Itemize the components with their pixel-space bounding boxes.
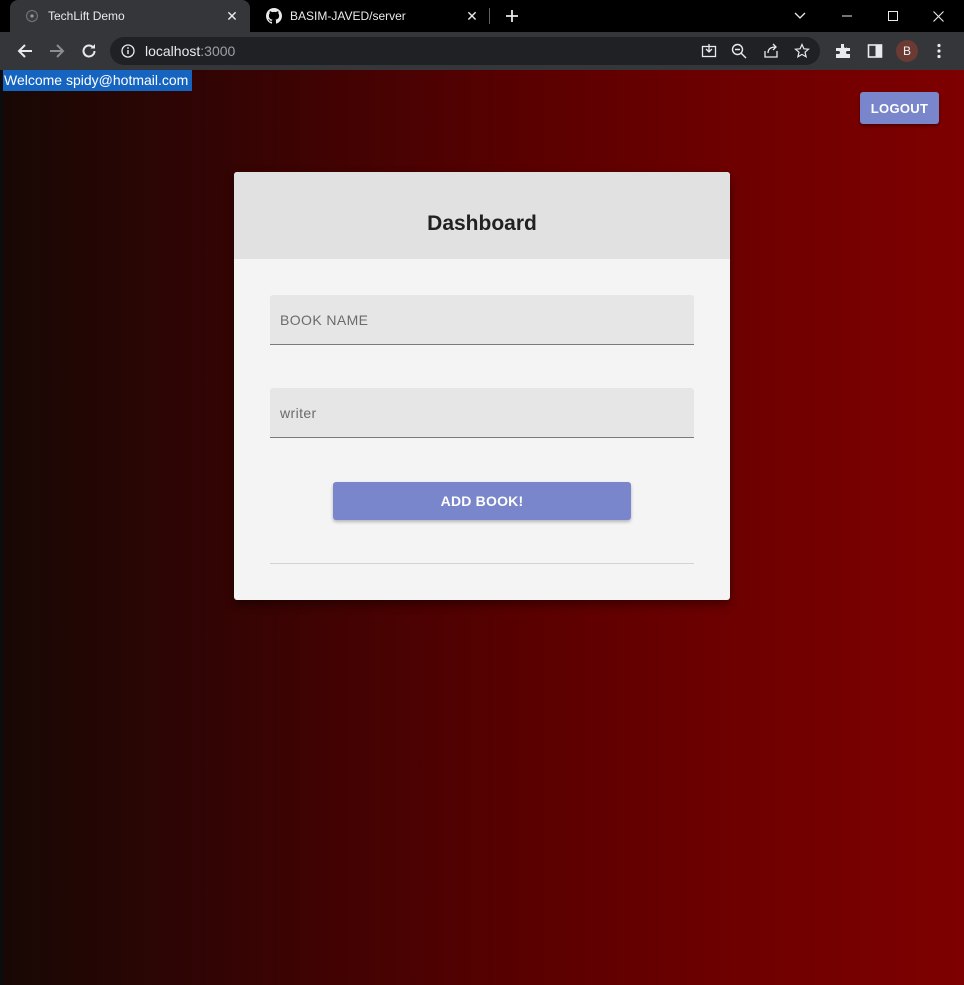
profile-avatar[interactable]: B <box>896 40 918 62</box>
address-bar[interactable]: localhost:3000 <box>110 37 820 65</box>
dashboard-card: Dashboard ADD BOOK! <box>234 172 730 600</box>
close-window-icon[interactable] <box>915 0 961 32</box>
book-name-field[interactable] <box>270 295 694 345</box>
side-panel-icon[interactable] <box>861 37 889 65</box>
close-tab-icon[interactable]: ✕ <box>464 8 480 24</box>
bookmark-star-icon[interactable] <box>788 37 816 65</box>
new-tab-button[interactable] <box>500 4 524 28</box>
writer-field[interactable] <box>270 388 694 438</box>
dashboard-title: Dashboard <box>427 212 537 235</box>
url-port: :3000 <box>200 43 236 59</box>
reload-icon[interactable] <box>75 37 103 65</box>
close-tab-icon[interactable]: ✕ <box>224 8 240 24</box>
welcome-message: Welcome spidy@hotmail.com <box>3 70 193 91</box>
github-icon <box>266 8 282 24</box>
share-icon[interactable] <box>757 37 785 65</box>
writer-input[interactable] <box>270 388 694 437</box>
browser-toolbar: localhost:3000 B <box>0 32 964 70</box>
url-host: localhost <box>145 43 201 59</box>
tab-title: BASIM-JAVED/server <box>290 9 406 23</box>
card-header: Dashboard <box>234 172 730 259</box>
tab-techlift-demo[interactable]: TechLift Demo ✕ <box>10 0 250 32</box>
extensions-puzzle-icon[interactable] <box>829 37 857 65</box>
tab-search-icon[interactable] <box>777 0 823 32</box>
page-content: Welcome spidy@hotmail.com LOGOUT Dashboa… <box>0 70 964 985</box>
forward-arrow-icon[interactable] <box>43 37 71 65</box>
left-edge-strip <box>0 70 3 985</box>
logout-button[interactable]: LOGOUT <box>860 92 939 124</box>
more-menu-icon[interactable] <box>925 37 953 65</box>
card-divider <box>270 563 694 564</box>
install-app-icon[interactable] <box>695 37 723 65</box>
book-name-input[interactable] <box>270 295 694 344</box>
url-text: localhost:3000 <box>145 43 235 59</box>
tab-separator <box>489 8 490 24</box>
site-info-icon[interactable] <box>114 37 142 65</box>
maximize-icon[interactable] <box>870 0 916 32</box>
zoom-out-icon[interactable] <box>725 37 753 65</box>
add-book-button[interactable]: ADD BOOK! <box>333 482 631 520</box>
site-favicon-icon <box>24 8 40 24</box>
back-arrow-icon[interactable] <box>11 37 39 65</box>
tab-github-server[interactable]: BASIM-JAVED/server ✕ <box>252 0 490 32</box>
minimize-icon[interactable] <box>824 0 870 32</box>
tab-title: TechLift Demo <box>48 9 125 23</box>
tab-strip: TechLift Demo ✕ BASIM-JAVED/server ✕ <box>0 0 964 32</box>
profile-initial: B <box>902 44 911 58</box>
